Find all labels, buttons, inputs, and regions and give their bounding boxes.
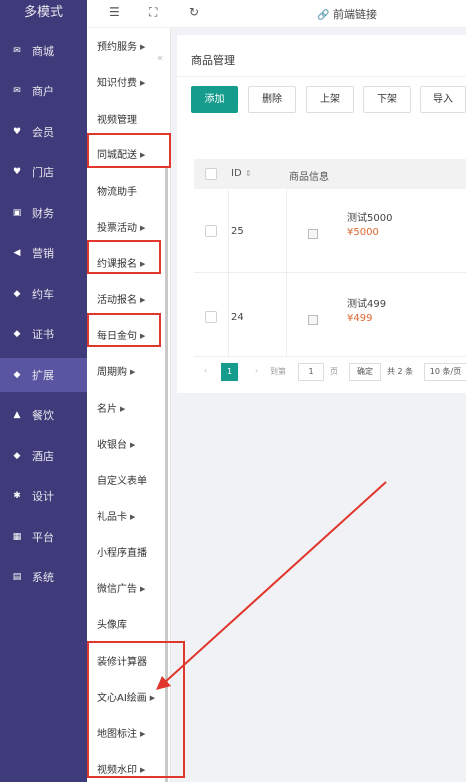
annotation-arrow <box>156 481 387 690</box>
arrow-shaft <box>163 481 387 684</box>
